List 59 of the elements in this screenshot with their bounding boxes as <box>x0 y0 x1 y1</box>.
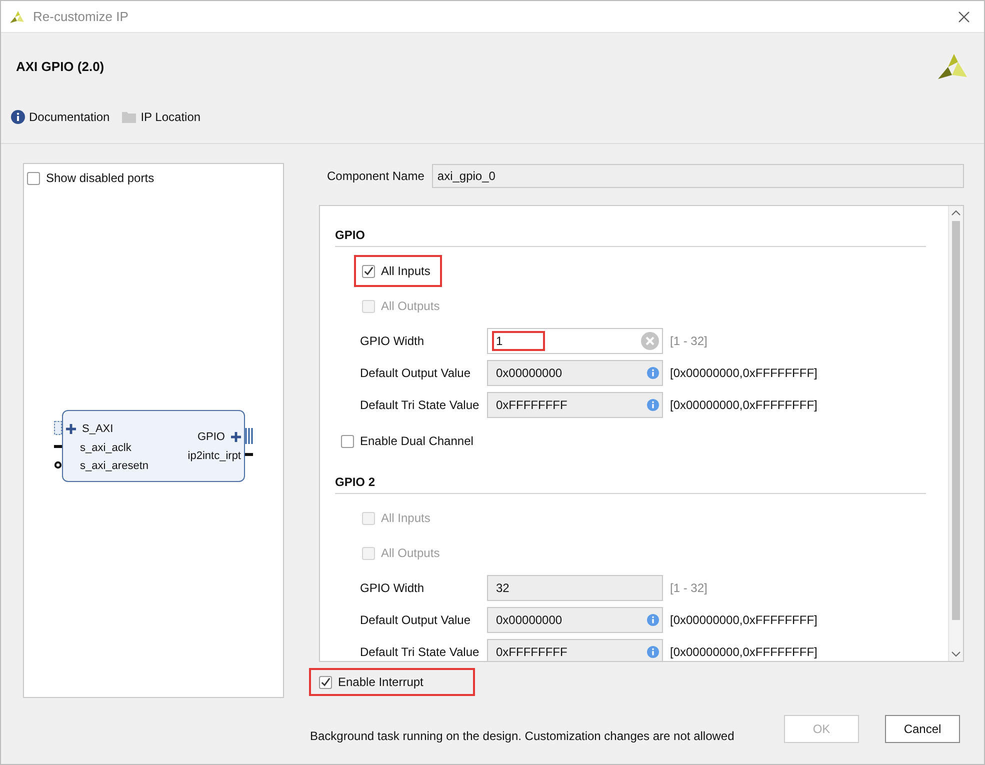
field-value: 0xFFFFFFFF <box>495 397 568 414</box>
checkbox[interactable] <box>27 172 40 184</box>
section-heading: GPIO <box>335 220 926 247</box>
range-hint: [1 - 32] <box>670 581 708 595</box>
checkbox[interactable] <box>319 676 332 688</box>
checkbox-label: All Inputs <box>381 264 430 278</box>
bus-port-icon <box>245 428 253 444</box>
bus-port-icon <box>54 421 62 436</box>
port-label: ip2intc_irpt <box>188 450 241 462</box>
range-hint: [0x00000000,0xFFFFFFFF] <box>670 366 818 380</box>
plus-icon[interactable] <box>231 432 241 442</box>
checkbox[interactable] <box>362 264 375 278</box>
ip-block[interactable]: S_AXI s_axi_aclk s_axi_aresetn GPIO ip2intc_irpt <box>62 410 245 482</box>
link[interactable]: IP Location <box>122 110 201 124</box>
folder-icon <box>122 111 137 123</box>
port-label: GPIO <box>197 431 225 444</box>
port-label: S_AXI <box>82 423 114 436</box>
reset-port-icon <box>54 461 62 470</box>
range-hint: [0x00000000,0xFFFFFFFF] <box>670 398 818 412</box>
range-hint: [0x00000000,0xFFFFFFFF] <box>670 645 818 659</box>
field-value: 32 <box>495 580 510 597</box>
clear-icon[interactable] <box>641 332 659 350</box>
field-value: 1 <box>492 331 545 351</box>
plus-icon[interactable] <box>66 424 76 434</box>
port-label: s_axi_aresetn <box>80 460 148 472</box>
field-value: 0x00000000 <box>495 612 564 629</box>
scrollbar[interactable] <box>948 206 963 661</box>
field-label: GPIO Width <box>360 334 426 348</box>
port-label: s_axi_aclk <box>80 442 132 454</box>
info-icon <box>11 110 25 124</box>
field-label: Default Tri State Value <box>360 398 480 412</box>
status-message: Background task running on the design. Customization changes are not allowed <box>310 729 734 743</box>
field-label: GPIO Width <box>360 581 426 595</box>
link[interactable]: Documentation <box>11 110 110 124</box>
checkbox-label: Enable Interrupt <box>338 675 424 689</box>
scroll-up-icon[interactable] <box>951 209 961 217</box>
checkbox-label: All Outputs <box>381 546 440 560</box>
close-icon[interactable] <box>958 10 970 22</box>
scroll-down-icon[interactable] <box>951 650 961 658</box>
field-value: 0xFFFFFFFF <box>495 644 568 661</box>
checkbox[interactable] <box>341 434 354 448</box>
checkbox-label: Enable Dual Channel <box>360 434 474 448</box>
checkbox-label: All Outputs <box>381 299 440 313</box>
window-title: Re-customize IP <box>33 9 130 24</box>
checkbox-label: All Inputs <box>381 511 430 525</box>
field-value: 0x00000000 <box>495 365 564 382</box>
section-heading: GPIO 2 <box>335 467 926 494</box>
range-hint: [0x00000000,0xFFFFFFFF] <box>670 613 818 627</box>
dialog-button[interactable]: Cancel <box>885 715 960 743</box>
field-label: Default Output Value <box>360 366 472 380</box>
ip-title: AXI GPIO (2.0) <box>16 58 104 74</box>
logo-icon <box>9 8 25 24</box>
field-label: Default Output Value <box>360 613 472 627</box>
field-label: Default Tri State Value <box>360 645 480 659</box>
field-label: Component Name <box>327 169 424 183</box>
input-field[interactable]: 1 <box>487 328 663 354</box>
range-hint: [1 - 32] <box>670 334 708 348</box>
checkbox-label: Show disabled ports <box>46 171 154 185</box>
component-name-field[interactable]: axi_gpio_0 <box>432 164 964 188</box>
